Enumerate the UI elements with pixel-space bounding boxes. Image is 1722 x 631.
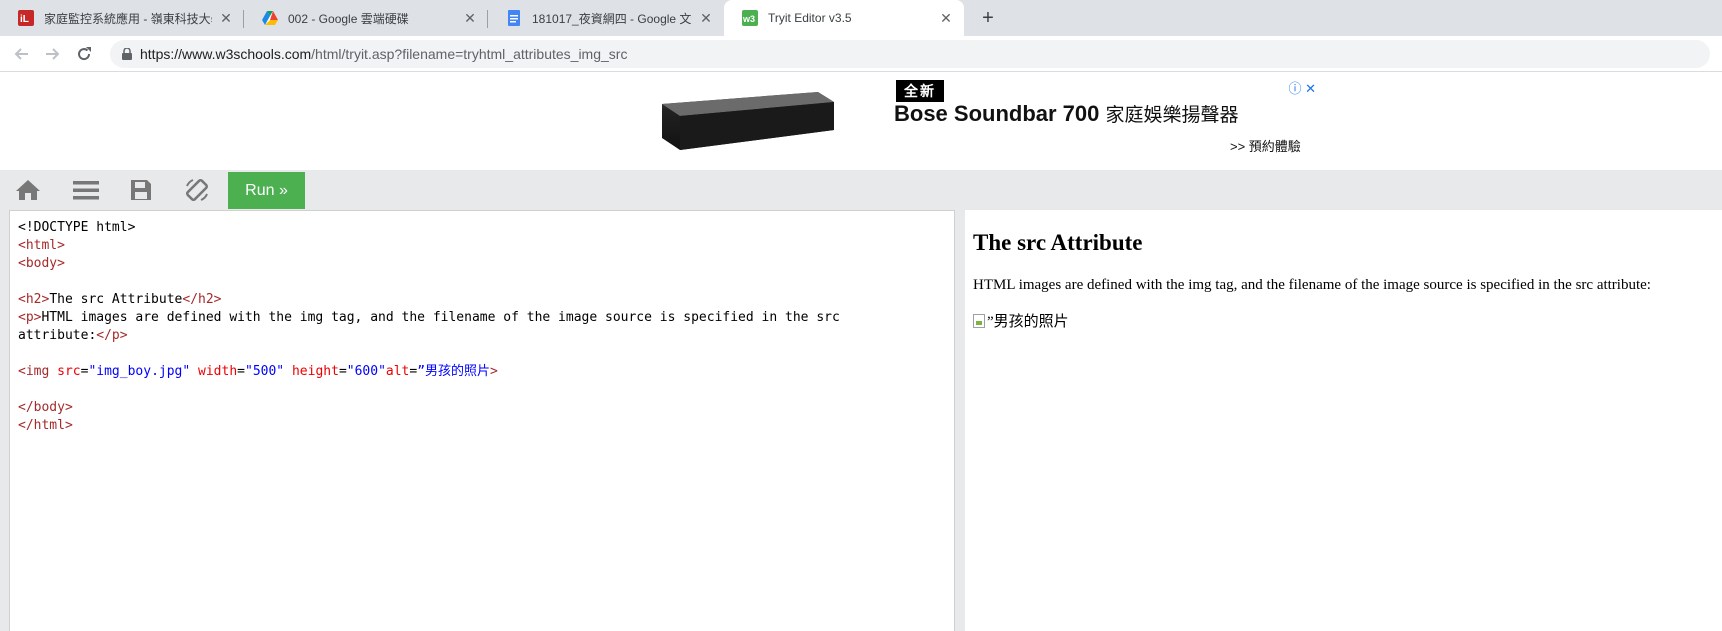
soundbar-image	[658, 86, 836, 154]
broken-image-icon	[973, 313, 985, 328]
address-bar[interactable]: https://www.w3schools.com/html/tryit.asp…	[110, 40, 1710, 68]
code-img-end: >	[490, 364, 498, 379]
code-width-attr: width	[198, 364, 238, 379]
ad-title-en: Bose Soundbar 700	[894, 101, 1100, 126]
tab-1[interactable]: 002 - Google 雲端硬碟 ✕	[244, 0, 488, 36]
editor-toolbar: Run »	[0, 170, 1722, 210]
result-paragraph: HTML images are defined with the img tag…	[973, 277, 1651, 293]
tab-2[interactable]: 181017_夜資網四 - Google 文件 ✕	[488, 0, 724, 36]
ad-cta[interactable]: >> 預約體驗	[1230, 136, 1301, 155]
code-src-attr: src	[57, 364, 81, 379]
url-path: /html/tryit.asp?filename=tryhtml_attribu…	[311, 46, 628, 62]
ad-banner[interactable]: 全新 Bose Soundbar 700 家庭娛樂揚聲器 >> 預約體驗 ⓘ ✕	[600, 76, 1322, 166]
code-alt-attr: alt	[385, 364, 410, 379]
svg-text:iL: iL	[20, 14, 29, 25]
reload-icon[interactable]	[72, 42, 96, 66]
tab-strip: iL 家庭監控系統應用 - 嶺東科技大學 ✕ 002 - Google 雲端硬碟…	[0, 0, 1722, 36]
code-height-attr: height	[291, 364, 339, 379]
code-doctype: <!DOCTYPE html>	[18, 220, 136, 235]
browser-toolbar: https://www.w3schools.com/html/tryit.asp…	[0, 36, 1722, 72]
ad-title: Bose Soundbar 700 家庭娛樂揚聲器	[894, 100, 1239, 127]
close-icon[interactable]: ✕	[218, 10, 234, 26]
back-icon[interactable]	[10, 42, 34, 66]
ad-info-close-icon[interactable]: ⓘ ✕	[1288, 78, 1316, 97]
menu-icon[interactable]	[72, 178, 100, 202]
new-tab-button[interactable]: +	[976, 6, 1000, 30]
broken-image-alt-text: ”男孩的照片	[987, 314, 1069, 330]
tab-title: 181017_夜資網四 - Google 文件	[532, 11, 692, 26]
code-h2-text: The src Attribute	[49, 292, 183, 307]
code-text[interactable]: <!DOCTYPE html> <html> <body> <h2>The sr…	[18, 219, 840, 435]
save-icon[interactable]	[127, 178, 155, 202]
ad-title-zh: 家庭娛樂揚聲器	[1105, 105, 1239, 126]
forward-icon[interactable]	[40, 42, 64, 66]
url-host: https://www.w3schools.com	[140, 46, 312, 62]
google-drive-icon	[262, 10, 278, 26]
code-img-start: <img	[18, 364, 58, 379]
result-preview: The src Attribute HTML images are define…	[965, 210, 1722, 631]
code-body-open: <body>	[18, 256, 65, 271]
home-icon[interactable]	[14, 178, 42, 202]
code-src-val: "img_boy.jpg"	[88, 364, 191, 379]
code-html-open: <html>	[18, 238, 65, 253]
tab-title: 家庭監控系統應用 - 嶺東科技大學	[44, 11, 212, 26]
code-p-text-line2: attribute:	[18, 328, 97, 343]
iL-logo-icon: iL	[18, 10, 34, 26]
code-width-val: "500"	[245, 364, 285, 379]
close-icon[interactable]: ✕	[462, 10, 478, 26]
ad-banner-area: 全新 Bose Soundbar 700 家庭娛樂揚聲器 >> 預約體驗 ⓘ ✕	[0, 72, 1722, 170]
google-docs-icon	[506, 10, 522, 26]
close-icon[interactable]: ✕	[938, 10, 954, 26]
code-editor[interactable]: <!DOCTYPE html> <html> <body> <h2>The sr…	[9, 210, 955, 631]
code-height-val: "600"	[346, 364, 386, 379]
close-icon[interactable]: ✕	[698, 10, 714, 26]
code-p-close: </p>	[96, 328, 128, 343]
code-alt-val: ”男孩的照片	[417, 364, 491, 379]
code-body-close: </body>	[18, 400, 73, 415]
tab-3-active[interactable]: w3 Tryit Editor v3.5 ✕	[724, 0, 964, 36]
w3schools-icon: w3	[742, 10, 758, 26]
lock-icon	[122, 48, 132, 60]
editor-panes: <!DOCTYPE html> <html> <body> <h2>The sr…	[0, 210, 1722, 631]
code-h2-open: <h2>	[18, 292, 50, 307]
tab-title: 002 - Google 雲端硬碟	[288, 11, 409, 26]
result-heading: The src Attribute	[973, 230, 1143, 255]
rotate-layout-icon[interactable]	[183, 178, 211, 202]
code-p-open: <p>	[18, 310, 42, 325]
code-html-close: </html>	[18, 418, 73, 433]
broken-image: ”男孩的照片	[973, 310, 1069, 331]
code-p-text-line1: HTML images are defined with the img tag…	[41, 310, 840, 325]
code-h2-close: </h2>	[182, 292, 222, 307]
ad-badge: 全新	[896, 80, 944, 102]
tab-0[interactable]: iL 家庭監控系統應用 - 嶺東科技大學 ✕	[0, 0, 244, 36]
svg-text:w3: w3	[742, 14, 755, 24]
tab-title: Tryit Editor v3.5	[768, 11, 852, 25]
run-button[interactable]: Run »	[228, 172, 305, 209]
